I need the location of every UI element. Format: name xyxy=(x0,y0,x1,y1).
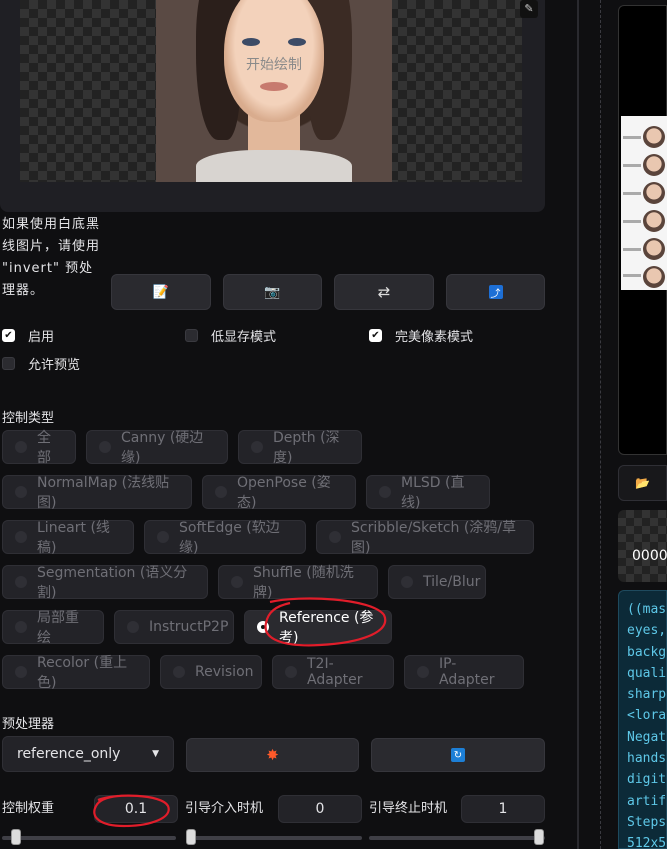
info-line: artif xyxy=(627,793,667,809)
controlnet-panel: ✎ 开始绘制 如果使用白底黑线图片，请使用 "invert" 预处理器。 📝 📷… xyxy=(0,0,565,849)
control-weight-slider-handle[interactable] xyxy=(11,829,21,845)
control-type-label: 控制类型 xyxy=(2,411,55,426)
info-line: Steps xyxy=(627,814,667,830)
control-type-option[interactable]: Segmentation (语义分割) xyxy=(2,565,208,601)
checkbox-check-icon: ✔ xyxy=(2,329,15,342)
edit-icon: 📝 xyxy=(152,284,170,300)
start-step-label: 引导介入时机 xyxy=(185,801,264,816)
control-type-option[interactable]: MLSD (直线) xyxy=(366,475,490,511)
control-type-option[interactable]: Revision xyxy=(160,655,262,689)
pixel-perfect-checkbox[interactable]: ✔ 完美像素模式 xyxy=(369,326,473,345)
seed-text: 00009 xyxy=(632,548,667,564)
control-type-option[interactable]: Tile/Blur xyxy=(388,565,486,599)
open-folder-button[interactable]: 📂 xyxy=(618,465,667,501)
info-line: ((mas xyxy=(627,602,667,617)
control-type-option[interactable]: Shuffle (随机洗牌) xyxy=(218,565,378,601)
control-weight-slider[interactable] xyxy=(2,836,176,840)
info-line: hands xyxy=(627,751,667,767)
output-panel: 📂 00009 ((mas eyes, backg quali sharp <l… xyxy=(618,0,667,849)
run-preprocessor-button[interactable]: ✸ xyxy=(186,738,359,772)
control-weight-input[interactable]: 0.1 xyxy=(94,795,178,823)
control-type-option[interactable]: InstructP2P xyxy=(114,610,234,644)
control-type-option[interactable]: NormalMap (法线贴图) xyxy=(2,475,192,511)
info-line: <lora xyxy=(627,708,667,724)
preprocessor-dropdown[interactable]: reference_only ▼ xyxy=(2,736,174,772)
camera-button[interactable]: 📷 xyxy=(223,274,322,310)
checkbox-check-icon: ✔ xyxy=(369,329,382,342)
end-step-label: 引导终止时机 xyxy=(369,801,448,816)
allow-preview-label: 允许预览 xyxy=(28,358,81,373)
preprocessor-label: 预处理器 xyxy=(2,717,55,732)
column-divider xyxy=(600,0,601,849)
brush-icon[interactable]: ✎ xyxy=(520,0,538,18)
end-step-slider-handle[interactable] xyxy=(534,829,544,845)
info-line: quali xyxy=(627,665,667,681)
camera-icon: 📷 xyxy=(264,284,281,300)
swap-icon: ⇄ xyxy=(377,283,391,301)
control-type-option-selected[interactable]: Reference (参考) xyxy=(244,610,392,646)
info-line: digit xyxy=(627,772,667,788)
radio-selected-icon xyxy=(257,621,269,633)
image-canvas-panel: ✎ 开始绘制 xyxy=(0,0,545,212)
control-type-option[interactable]: IP-Adapter xyxy=(404,655,524,689)
start-step-slider[interactable] xyxy=(186,836,362,840)
explosion-icon: ✸ xyxy=(266,746,279,764)
control-type-option[interactable]: Depth (深度) xyxy=(238,430,362,466)
enable-checkbox[interactable]: ✔ 启用 xyxy=(2,326,54,345)
control-type-option[interactable]: Canny (硬边缘) xyxy=(86,430,228,466)
control-type-option[interactable]: OpenPose (姿态) xyxy=(202,475,356,511)
preprocessor-value: reference_only xyxy=(17,746,121,762)
allow-preview-checkbox[interactable]: 允许预览 xyxy=(2,354,80,373)
info-line: Negat xyxy=(627,729,667,745)
control-type-option[interactable]: 局部重绘 xyxy=(2,610,104,646)
info-line: backg xyxy=(627,644,667,660)
control-type-option[interactable]: Recolor (重上色) xyxy=(2,655,150,691)
end-step-input[interactable]: 1 xyxy=(461,795,545,823)
info-line: sharp xyxy=(627,687,667,703)
control-type-option[interactable]: 全部 xyxy=(2,430,76,466)
control-type-option[interactable]: Lineart (线稿) xyxy=(2,520,134,556)
upload-icon: ⤴ xyxy=(488,285,503,300)
refresh-icon: ↻ xyxy=(451,748,465,762)
reference-image xyxy=(156,0,392,182)
enable-label: 启用 xyxy=(28,330,55,345)
info-line: 512x5 xyxy=(627,836,667,849)
panel-scrollbar[interactable] xyxy=(577,0,579,849)
control-type-option[interactable]: Scribble/Sketch (涂鸦/草图) xyxy=(316,520,534,556)
output-preview[interactable] xyxy=(618,5,667,455)
folder-icon: 📂 xyxy=(635,476,650,490)
output-grid-thumbnail[interactable] xyxy=(621,116,667,290)
low-vram-checkbox[interactable]: 低显存模式 xyxy=(185,326,276,345)
generation-info-box: ((mas eyes, backg quali sharp <lora Nega… xyxy=(618,590,667,849)
refresh-models-button[interactable]: ↻ xyxy=(371,738,545,772)
low-vram-label: 低显存模式 xyxy=(211,330,277,345)
control-type-option[interactable]: T2I-Adapter xyxy=(272,655,394,689)
control-weight-label: 控制权重 xyxy=(2,801,55,816)
control-type-option[interactable]: SoftEdge (软边缘) xyxy=(144,520,306,556)
edit-button[interactable]: 📝 xyxy=(111,274,211,310)
invert-hint-text: 如果使用白底黑线图片，请使用 "invert" 预处理器。 xyxy=(2,217,101,298)
caret-down-icon: ▼ xyxy=(152,749,159,759)
end-step-slider[interactable] xyxy=(369,836,545,840)
seed-image-box: 00009 xyxy=(618,510,667,582)
start-drawing-label: 开始绘制 xyxy=(246,57,302,73)
start-step-slider-handle[interactable] xyxy=(186,829,196,845)
info-line: eyes, xyxy=(627,623,667,639)
image-canvas[interactable]: ✎ xyxy=(20,0,538,182)
swap-button[interactable]: ⇄ xyxy=(334,274,434,310)
pixel-perfect-label: 完美像素模式 xyxy=(395,330,474,345)
upload-button[interactable]: ⤴ xyxy=(446,274,545,310)
start-step-input[interactable]: 0 xyxy=(278,795,362,823)
